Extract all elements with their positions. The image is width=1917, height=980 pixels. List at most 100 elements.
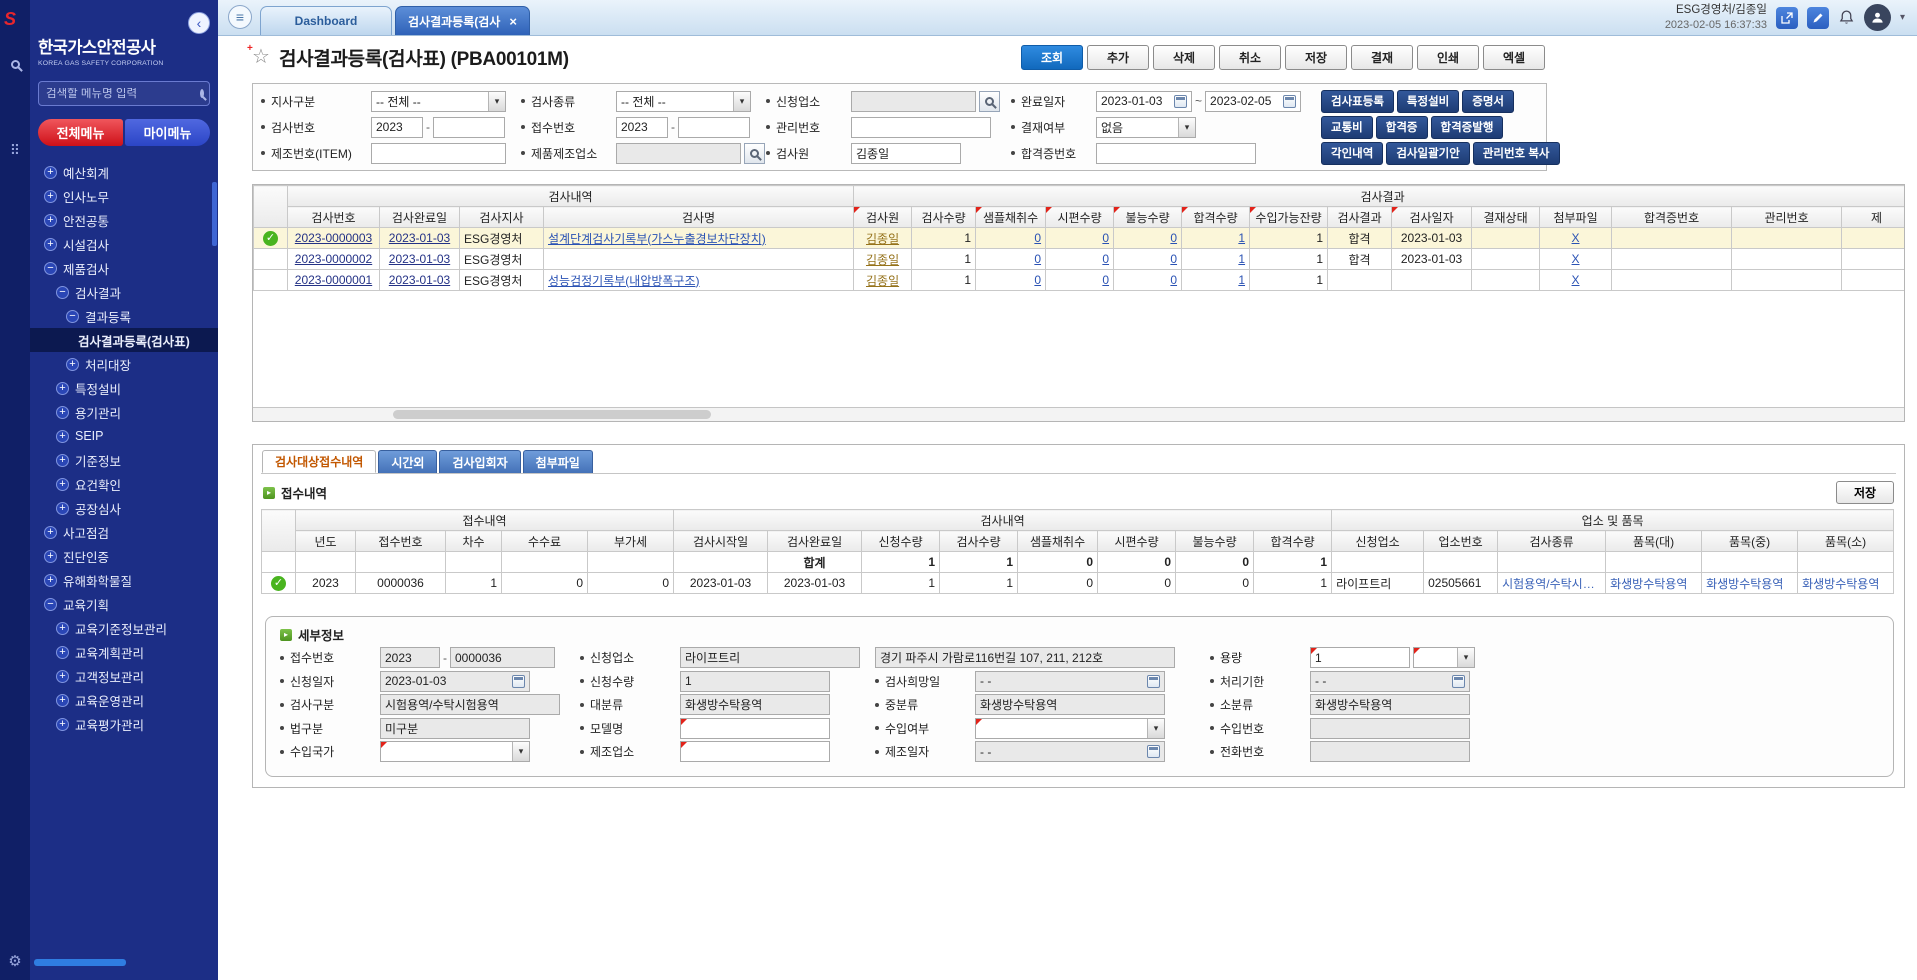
grid-cell[interactable]: 2023-01-03 — [380, 228, 460, 249]
external-link-icon[interactable] — [1776, 7, 1798, 29]
filter-button-교통비[interactable]: 교통비 — [1321, 116, 1373, 139]
column-header-첨부파일[interactable]: 첨부파일 — [1540, 207, 1612, 228]
column-header-검사원[interactable]: 검사원 — [854, 207, 912, 228]
sidebar-item-검사결과[interactable]: −검사결과 — [30, 280, 218, 304]
sidebar-item-제품검사[interactable]: −제품검사 — [30, 256, 218, 280]
search-icon[interactable] — [200, 89, 204, 98]
sidebar-item-검사결과등록(검사표)[interactable]: 검사결과등록(검사표) — [30, 328, 218, 352]
detail-insp-class-input[interactable]: 시험용역/수탁시험용역 — [380, 694, 560, 715]
row-checkbox[interactable] — [254, 270, 288, 291]
grid-cell[interactable]: 0 — [1046, 270, 1114, 291]
filter-button-관리번호 복사[interactable]: 관리번호 복사 — [1473, 142, 1560, 165]
column-header-품목(중)[interactable]: 품목(중) — [1702, 531, 1798, 552]
expand-icon[interactable]: + — [44, 238, 57, 251]
grid-cell[interactable]: 김종일 — [854, 270, 912, 291]
expand-icon[interactable]: + — [56, 646, 69, 659]
tab-첨부파일[interactable]: 첨부파일 — [523, 450, 593, 473]
sidebar-item-교육기준정보관리[interactable]: +교육기준정보관리 — [30, 616, 218, 640]
detail-import-no-input[interactable] — [1310, 718, 1470, 739]
expand-icon[interactable]: + — [56, 718, 69, 731]
manufacturer-input[interactable] — [616, 143, 741, 164]
tab-검사대상접수내역[interactable]: 검사대상접수내역 — [262, 450, 376, 473]
column-header-부가세[interactable]: 부가세 — [588, 531, 674, 552]
sidebar-item-특정설비[interactable]: +특정설비 — [30, 376, 218, 400]
collapse-icon[interactable]: − — [44, 598, 57, 611]
sidebar-item-유해화학물질[interactable]: +유해화학물질 — [30, 568, 218, 592]
grid-cell[interactable]: X — [1540, 249, 1612, 270]
expand-icon[interactable]: + — [44, 190, 57, 203]
sidebar-item-진단인증[interactable]: +진단인증 — [30, 544, 218, 568]
grid-cell[interactable]: 0 — [1114, 249, 1182, 270]
tab-검사입회자[interactable]: 검사입회자 — [439, 450, 520, 473]
detail-import-country-select[interactable]: ▾ — [380, 741, 530, 762]
detail-cat-large-input[interactable]: 화생방수탁용역 — [680, 694, 830, 715]
expand-icon[interactable]: + — [56, 478, 69, 491]
detail-deadline-input[interactable]: - - — [1310, 671, 1470, 692]
grid-cell[interactable]: 화생방수탁용역 — [1702, 573, 1798, 594]
column-header-합격수량[interactable]: 합격수량 — [1254, 531, 1332, 552]
applicant-input[interactable] — [851, 91, 976, 112]
complete-date-to-input[interactable]: 2023-02-05 — [1205, 91, 1301, 112]
column-header-접수번호[interactable]: 접수번호 — [356, 531, 446, 552]
collapse-icon[interactable]: − — [44, 262, 57, 275]
column-header-수수료[interactable]: 수수료 — [502, 531, 588, 552]
expand-icon[interactable]: + — [56, 670, 69, 683]
grid-cell[interactable]: X — [1540, 270, 1612, 291]
action-button-저장[interactable]: 저장 — [1285, 45, 1347, 70]
grid-cell[interactable]: 성능검정기록부(내압방폭구조) — [544, 270, 854, 291]
inspection-no-year-input[interactable]: 2023 — [371, 117, 423, 138]
expand-icon[interactable]: + — [56, 382, 69, 395]
column-header-수입가능잔량[interactable]: 수입가능잔량 — [1250, 207, 1328, 228]
sidebar-item-사고점검[interactable]: +사고점검 — [30, 520, 218, 544]
calendar-icon[interactable] — [1147, 745, 1160, 758]
sidebar-item-요건확인[interactable]: +요건확인 — [30, 472, 218, 496]
sidebar-item-예산회계[interactable]: +예산회계 — [30, 160, 218, 184]
detail-model-input[interactable] — [680, 718, 830, 739]
column-header-결재상태[interactable]: 결재상태 — [1472, 207, 1540, 228]
calendar-icon[interactable] — [1147, 675, 1160, 688]
chevron-down-icon[interactable]: ▾ — [1900, 12, 1905, 23]
all-menu-button[interactable]: 전체메뉴 — [38, 119, 123, 146]
column-header-신청수량[interactable]: 신청수량 — [862, 531, 940, 552]
expand-icon[interactable]: + — [44, 526, 57, 539]
grid-cell[interactable]: 김종일 — [854, 249, 912, 270]
table-row[interactable]: 2023-00000012023-01-03ESG경영처성능검정기록부(내압방폭… — [254, 270, 1905, 291]
row-checkbox[interactable] — [254, 249, 288, 270]
table-row[interactable]: ✓202300000361002023-01-032023-01-0311000… — [262, 573, 1894, 594]
rail-apps-icon[interactable]: ⠿ — [0, 142, 30, 159]
grid-cell[interactable]: 0 — [1046, 228, 1114, 249]
action-button-엑셀[interactable]: 엑셀 — [1483, 45, 1545, 70]
detail-cat-mid-input[interactable]: 화생방수탁용역 — [975, 694, 1165, 715]
column-header-시편수량[interactable]: 시편수량 — [1098, 531, 1176, 552]
tab-시간외[interactable]: 시간외 — [378, 450, 437, 473]
detail-capacity-unit-select[interactable]: ▾ — [1413, 647, 1475, 668]
sidebar-item-교육평가관리[interactable]: +교육평가관리 — [30, 712, 218, 736]
grid-cell[interactable]: 0 — [976, 249, 1046, 270]
inspection-no-seq-input[interactable] — [433, 117, 505, 138]
column-header-품목(소)[interactable]: 품목(소) — [1798, 531, 1894, 552]
hamburger-menu-icon[interactable]: ≡ — [228, 5, 252, 29]
column-header-검사시작일[interactable]: 검사시작일 — [674, 531, 768, 552]
expand-icon[interactable]: + — [66, 358, 79, 371]
column-header-검사명[interactable]: 검사명 — [544, 207, 854, 228]
grid-cell[interactable]: 김종일 — [854, 228, 912, 249]
sidebar-item-처리대장[interactable]: +처리대장 — [30, 352, 218, 376]
sidebar-item-교육기획[interactable]: −교육기획 — [30, 592, 218, 616]
action-button-삭제[interactable]: 삭제 — [1153, 45, 1215, 70]
avatar[interactable] — [1864, 4, 1891, 31]
column-header-업소번호[interactable]: 업소번호 — [1424, 531, 1498, 552]
approval-select[interactable]: 없음▾ — [1096, 117, 1196, 138]
tab-검사결과등록(검사[interactable]: 검사결과등록(검사× — [395, 6, 530, 35]
filter-button-합격증발행[interactable]: 합격증발행 — [1431, 116, 1504, 139]
grid-cell[interactable]: 0 — [1114, 228, 1182, 249]
column-header-검사수량[interactable]: 검사수량 — [940, 531, 1018, 552]
column-header-품목(대)[interactable]: 품목(대) — [1606, 531, 1702, 552]
sidebar-hscrollbar[interactable] — [34, 959, 126, 966]
receipt-no-year-input[interactable]: 2023 — [616, 117, 668, 138]
filter-button-검사일괄기안[interactable]: 검사일괄기안 — [1386, 142, 1469, 165]
column-header-불능수량[interactable]: 불능수량 — [1114, 207, 1182, 228]
action-button-결재[interactable]: 결재 — [1351, 45, 1413, 70]
expand-icon[interactable]: + — [56, 406, 69, 419]
tab-close-icon[interactable]: × — [509, 14, 517, 29]
grid-cell[interactable]: 0 — [976, 270, 1046, 291]
